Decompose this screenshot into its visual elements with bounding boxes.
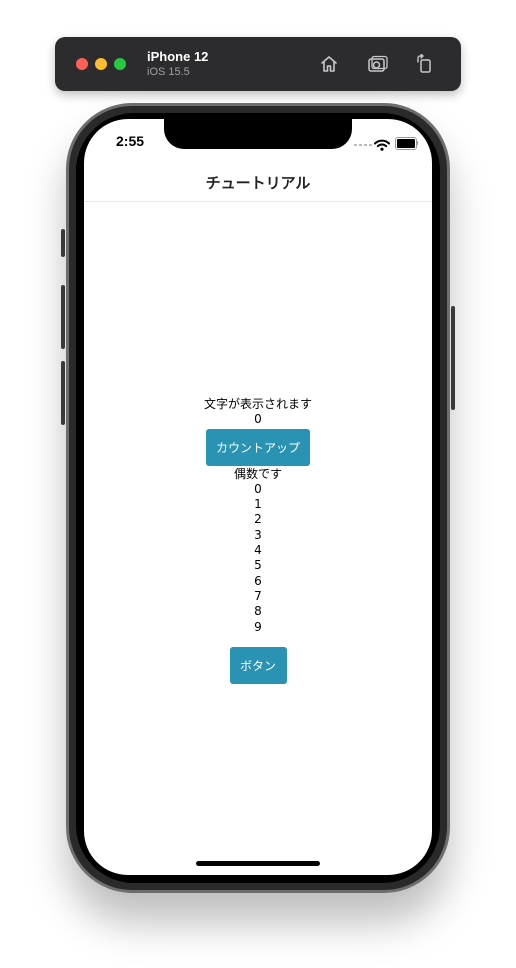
number-item: 1: [254, 497, 262, 512]
number-item: 4: [254, 543, 262, 558]
volume-up-button: [61, 285, 65, 349]
minimize-window-button[interactable]: [95, 58, 107, 70]
number-item: 5: [254, 558, 262, 573]
plain-button[interactable]: ボタン: [229, 646, 287, 684]
home-icon[interactable]: [317, 52, 341, 76]
number-item: 8: [254, 604, 262, 619]
mute-switch: [61, 229, 65, 257]
number-item: 0: [254, 481, 262, 496]
signal-icon: [354, 144, 372, 146]
zoom-window-button[interactable]: [114, 58, 126, 70]
notch: [164, 119, 352, 149]
home-indicator[interactable]: [196, 861, 320, 866]
wifi-icon: [374, 136, 390, 155]
count-value: 0: [254, 412, 262, 427]
status-time: 2:55: [116, 133, 145, 149]
screenshot-icon[interactable]: [366, 52, 390, 76]
phone-screen: 2:55 チュートリアル 文字が表示されます 0 カウントアップ 偶数です 0 …: [84, 119, 432, 875]
number-item: 6: [254, 573, 262, 588]
page-title: チュートリアル: [205, 173, 311, 192]
power-button: [451, 306, 455, 410]
volume-down-button: [61, 361, 65, 425]
display-text: 文字が表示されます: [203, 397, 312, 411]
even-label: 偶数です: [233, 466, 282, 481]
device-os-version: iOS 15.5: [147, 66, 190, 78]
number-item: 2: [254, 512, 262, 527]
close-window-button[interactable]: [76, 58, 88, 70]
count-up-button[interactable]: カウントアップ: [206, 428, 310, 466]
number-item: 7: [254, 588, 262, 603]
number-item: 3: [254, 527, 262, 542]
simulator-titlebar: iPhone 12 iOS 15.5: [55, 37, 461, 91]
battery-icon: [395, 137, 417, 150]
simulator-stage: iPhone 12 iOS 15.5 2:55 チュートリアル 文字が表示されま…: [0, 0, 516, 968]
rotate-icon[interactable]: [413, 52, 437, 76]
device-name: iPhone 12: [147, 49, 209, 64]
main-content: 文字が表示されます 0 カウントアップ 偶数です 0 1 2 3 4 5 6 7…: [84, 397, 432, 684]
navigation-bar: チュートリアル: [84, 163, 432, 202]
number-item: 9: [254, 619, 262, 634]
